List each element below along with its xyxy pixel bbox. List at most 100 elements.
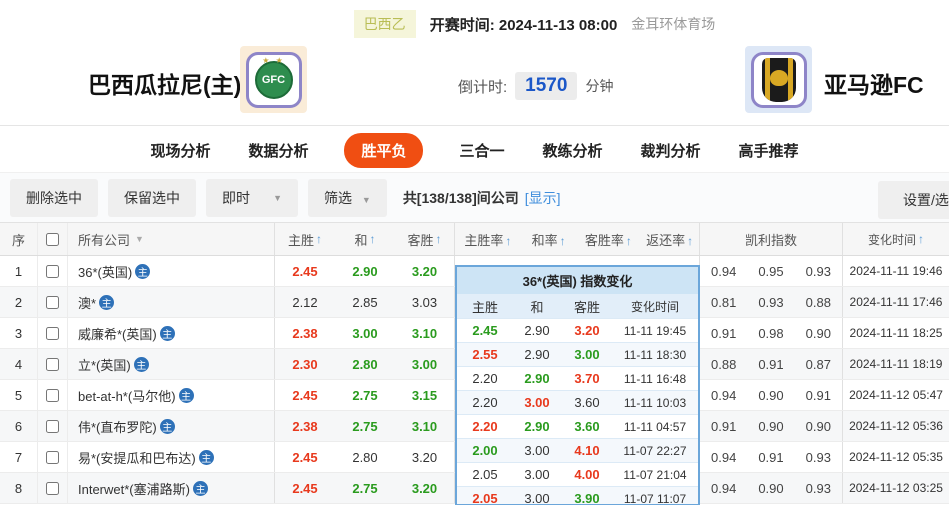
kelly-cell: 0.91 0.90 0.90 — [700, 411, 843, 441]
col-header-no[interactable]: 序 — [0, 223, 38, 255]
company-cell[interactable]: 伟*(直布罗陀) 主 — [68, 411, 275, 441]
show-link[interactable]: [显示] — [525, 188, 561, 208]
row-checkbox-cell — [38, 256, 68, 286]
col-header-change-time[interactable]: 变化时间 ↑ — [843, 223, 949, 255]
sort-up-icon: ↑ — [505, 233, 512, 248]
settings-button[interactable]: 设置/选择 — [878, 181, 949, 219]
league-badge: 巴西乙 — [353, 10, 416, 38]
col-header-company[interactable]: 所有公司 ▼ — [68, 223, 275, 255]
analysis-tabs: 现场分析 数据分析 胜平负 三合一 教练分析 裁判分析 高手推荐 — [0, 128, 949, 172]
popup-row: 2.55 2.90 3.00 11-11 18:30 — [457, 342, 698, 366]
popup-change-time: 11-11 10:03 — [623, 395, 687, 410]
col-header-home-rate[interactable]: 主胜率 ↑ — [455, 230, 521, 249]
company-cell[interactable]: 立*(英国) 主 — [68, 349, 275, 379]
away-team-logo — [745, 46, 812, 113]
popup-header: 主胜 和 客胜 变化时间 — [457, 294, 698, 318]
company-cell[interactable]: Interwet*(塞浦路斯) 主 — [68, 473, 275, 503]
popup-change-time: 11-11 04:57 — [623, 419, 687, 434]
row-checkbox[interactable] — [46, 326, 59, 340]
row-checkbox[interactable] — [46, 450, 59, 464]
row-checkbox[interactable] — [46, 295, 59, 309]
draw-rate-label: 和率 — [531, 232, 558, 248]
tab-4[interactable]: 教练分析 — [541, 134, 605, 167]
home-rate-label: 主胜率 — [464, 232, 504, 248]
kelly-cell: 0.91 0.98 0.90 — [700, 318, 843, 348]
main-company-icon: 主 — [198, 449, 214, 465]
popup-odds-home: 2.00 — [472, 443, 498, 458]
row-checkbox-cell — [38, 349, 68, 379]
chevron-down-icon: ▼ — [135, 234, 144, 244]
kelly-cell: 0.94 0.91 0.93 — [700, 442, 843, 472]
tab-5[interactable]: 裁判分析 — [639, 134, 703, 167]
away-logo-frame — [750, 51, 807, 108]
tab-3[interactable]: 三合一 — [457, 134, 506, 167]
tab-2[interactable]: 胜平负 — [344, 132, 424, 168]
main-company-icon: 主 — [99, 294, 115, 310]
tab-1[interactable]: 数据分析 — [246, 134, 310, 167]
filter-dropdown[interactable]: 筛选 ▼ — [308, 178, 387, 217]
row-checkbox[interactable] — [46, 481, 59, 495]
company-cell[interactable]: 36*(英国) 主 — [68, 256, 275, 286]
popup-odds-away: 3.90 — [574, 491, 600, 505]
kelly-cell: 0.94 0.90 0.93 — [700, 473, 843, 503]
change-time: 2024-11-11 17:46 — [849, 295, 943, 309]
company-cell[interactable]: 威廉希*(英国) 主 — [68, 318, 275, 348]
sort-up-icon: ↑ — [625, 233, 632, 248]
popup-row: 2.20 2.90 3.70 11-11 16:48 — [457, 366, 698, 390]
col-header-away-rate[interactable]: 客胜率 ↑ — [577, 230, 641, 249]
col-header-draw-rate[interactable]: 和率 ↑ — [521, 230, 577, 249]
popup-col-draw: 和 — [530, 299, 544, 315]
odds-table-header: 序 所有公司 ▼ 主胜 ↑ 和 ↑ 客胜 ↑ 主胜率 ↑ 和率 ↑ 客胜率 ↑ 返还率 ↑ 凯… — [0, 222, 949, 256]
odds-cell: 3.15 — [395, 380, 455, 410]
row-checkbox[interactable] — [46, 264, 59, 278]
row-checkbox-cell — [38, 473, 68, 503]
popup-odds-draw: 3.00 — [524, 491, 550, 505]
col-header-return-rate[interactable]: 返还率 ↑ — [640, 230, 699, 249]
select-all-checkbox-cell — [38, 223, 68, 255]
away-team-name: 亚马逊FC — [824, 72, 924, 98]
row-index: 1 — [0, 256, 38, 286]
popup-col-home: 主胜 — [471, 299, 498, 315]
kelly-value: 0.90 — [805, 418, 831, 434]
row-checkbox[interactable] — [46, 388, 59, 402]
row-index: 4 — [0, 349, 38, 379]
company-cell[interactable]: bet-at-h*(马尔他) 主 — [68, 380, 275, 410]
popup-odds-home: 2.05 — [472, 491, 498, 505]
company-cell[interactable]: 澳* 主 — [68, 287, 275, 317]
main-company-icon: 主 — [192, 480, 208, 496]
odds-cell: 3.10 — [395, 411, 455, 441]
kelly-value: 0.98 — [758, 325, 784, 341]
away-crest-icon — [761, 57, 796, 102]
tab-0[interactable]: 现场分析 — [148, 134, 212, 167]
row-index: 8 — [0, 473, 38, 503]
kelly-value: 0.95 — [758, 263, 784, 279]
col-header-draw[interactable]: 和 ↑ — [335, 223, 395, 255]
popup-change-time: 11-11 19:45 — [623, 323, 687, 338]
select-all-checkbox[interactable] — [46, 232, 59, 246]
tab-6[interactable]: 高手推荐 — [737, 134, 801, 167]
popup-odds-away: 4.00 — [574, 467, 600, 482]
col-header-away[interactable]: 客胜 ↑ — [395, 223, 455, 255]
kelly-value: 0.93 — [805, 449, 831, 465]
crest-stripe — [787, 57, 793, 102]
return-rate-label: 返还率 — [646, 232, 686, 248]
company-name: 伟*(直布罗陀) — [78, 419, 157, 435]
countdown-unit: 分钟 — [585, 78, 614, 94]
main-company-icon: 主 — [178, 387, 194, 403]
kelly-cell: 0.94 0.95 0.93 — [700, 256, 843, 286]
delete-selected-button[interactable]: 删除选中 — [10, 178, 98, 217]
col-header-home[interactable]: 主胜 ↑ — [275, 223, 335, 255]
row-checkbox[interactable] — [46, 419, 59, 433]
change-time: 2024-11-12 03:25 — [849, 481, 943, 495]
odds-cell: 3.20 — [395, 473, 455, 503]
time-filter-dropdown[interactable]: 即时 ▼ — [206, 178, 298, 217]
kelly-value: 0.93 — [758, 294, 784, 310]
keep-selected-button[interactable]: 保留选中 — [108, 178, 196, 217]
row-index: 6 — [0, 411, 38, 441]
row-checkbox[interactable] — [46, 357, 59, 371]
odds-cell: 2.45 — [292, 387, 318, 403]
popup-odds-home: 2.20 — [472, 371, 498, 386]
odds-cell: 2.38 — [292, 325, 318, 341]
odds-cell: 3.20 — [395, 256, 455, 286]
company-cell[interactable]: 易*(安提瓜和巴布达) 主 — [68, 442, 275, 472]
